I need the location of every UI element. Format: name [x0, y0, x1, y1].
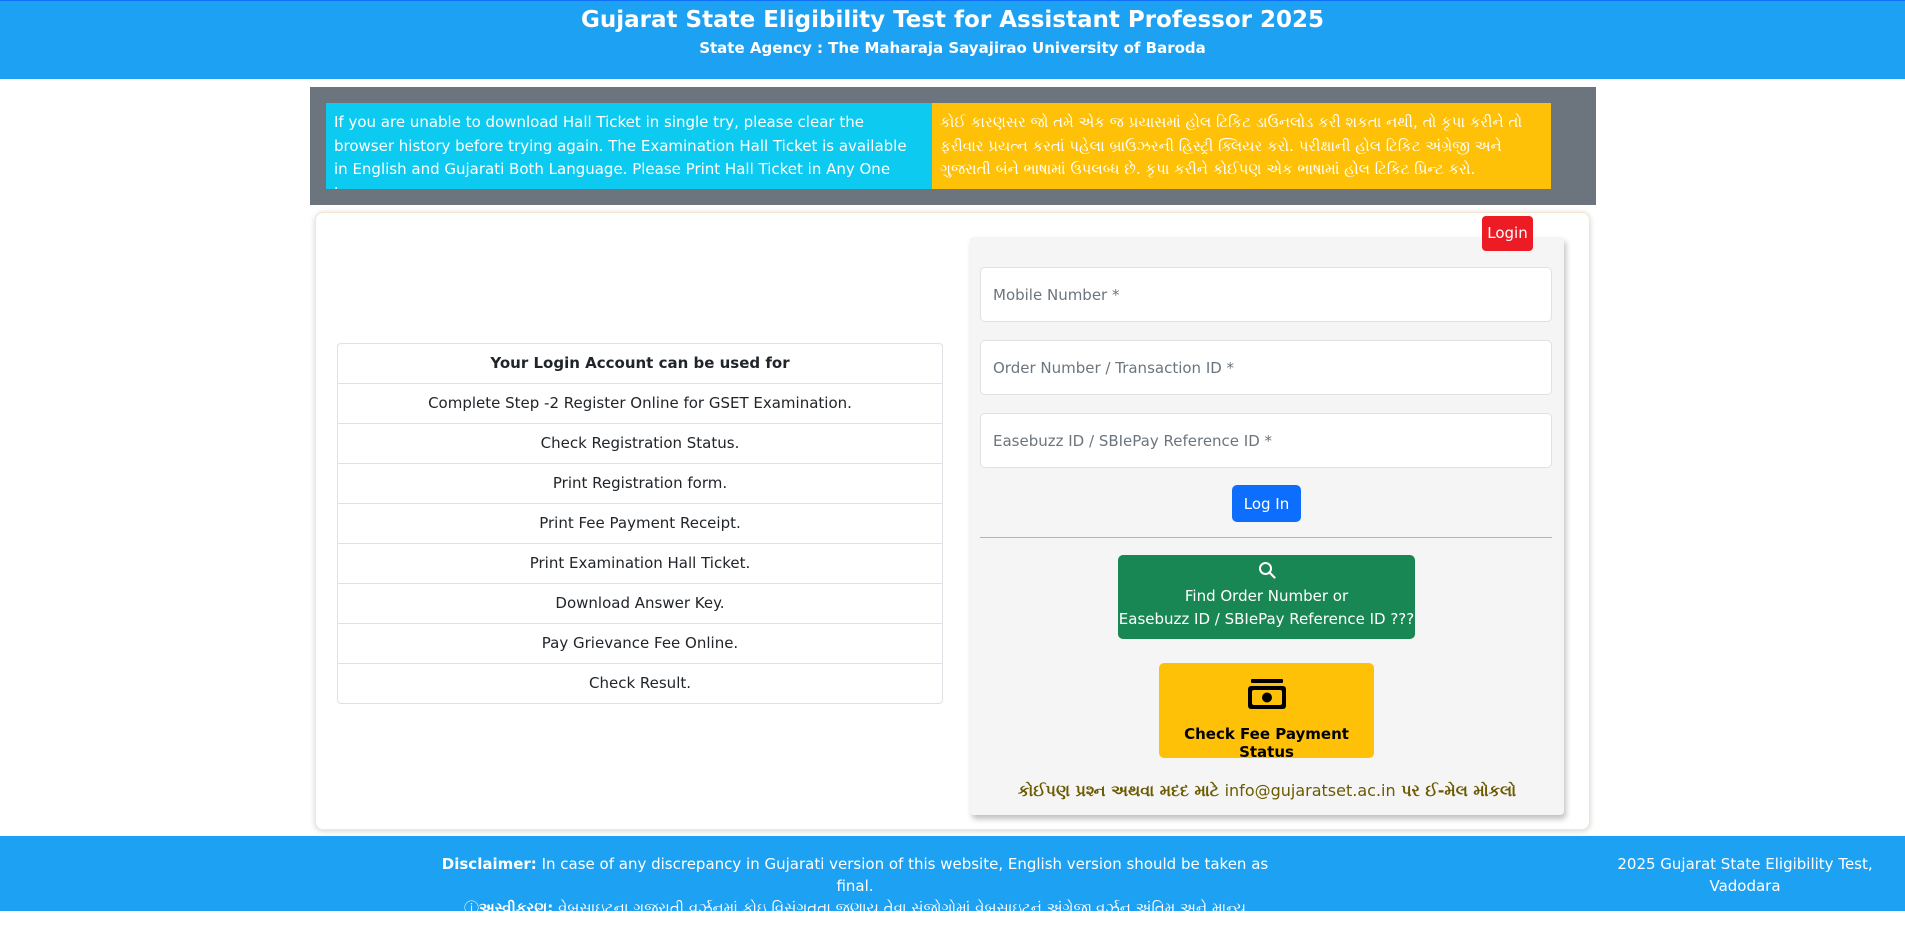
contact-line: કોઈપણ પ્રશ્ન અથવા મદદ માટે info@gujarats…	[970, 781, 1564, 801]
copyright: 2025 Gujarat State Eligibility Test, Vad…	[1605, 853, 1885, 897]
list-item: Download Answer Key.	[338, 583, 942, 623]
gujarati-disclaimer-label: અસ્વીકરણ:	[478, 899, 554, 917]
list-item: Check Result.	[338, 663, 942, 703]
info-icon: ⓘ	[463, 899, 479, 917]
notice-gujarati: કોઈ કારણસર જો તમે એક જ પ્રયાસમાં હોલ ટિક…	[932, 103, 1551, 189]
list-item: Check Registration Status.	[338, 423, 942, 463]
disclaimer-text: In case of any discrepancy in Gujarati v…	[536, 855, 1269, 895]
page-subtitle: State Agency : The Maharaja Sayajirao Un…	[699, 39, 1206, 57]
contact-email-link[interactable]: info@gujaratset.ac.in	[1225, 781, 1396, 800]
list-item: Complete Step -2 Register Online for GSE…	[338, 383, 942, 423]
disclaimer: Disclaimer: In case of any discrepancy i…	[440, 853, 1270, 941]
copyright-line2: Vadodara	[1709, 877, 1781, 895]
divider	[980, 537, 1552, 538]
list-item: Print Examination Hall Ticket.	[338, 543, 942, 583]
site-footer: Disclaimer: In case of any discrepancy i…	[0, 836, 1905, 939]
log-in-button[interactable]: Log In	[1232, 485, 1301, 522]
login-badge: Login	[1482, 216, 1533, 251]
login-uses-table: Your Login Account can be used for Compl…	[337, 343, 943, 704]
list-item: Pay Grievance Fee Online.	[338, 623, 942, 663]
list-item: Print Registration form.	[338, 463, 942, 503]
find-order-number-button[interactable]: Find Order Number or Easebuzz ID / SBIeP…	[1118, 555, 1415, 639]
page-title: Gujarat State Eligibility Test for Assis…	[580, 7, 1325, 33]
notice-banner: If you are unable to download Hall Ticke…	[310, 87, 1596, 205]
easebuzz-id-input[interactable]	[980, 413, 1552, 468]
search-icon	[1118, 561, 1415, 585]
check-fee-payment-status-button[interactable]: Check Fee Payment Status	[1159, 663, 1374, 761]
contact-suffix: પર ઈ-મેલ મોકલો	[1395, 781, 1517, 800]
gujarati-disclaimer-text: વેબસાઇટના ગુજરાતી વર્ઝનમાં કોઇ વિસંગતતા …	[553, 899, 1247, 939]
notice-english: If you are unable to download Hall Ticke…	[326, 103, 932, 189]
money-icon	[1159, 677, 1374, 717]
contact-prefix: કોઈપણ પ્રશ્ન અથવા મદદ માટે	[1017, 781, 1225, 800]
login-panel: Log In Find Order Number or Easebuzz ID …	[970, 237, 1564, 815]
find-button-line1: Find Order Number or	[1184, 587, 1349, 605]
copyright-line1: 2025 Gujarat State Eligibility Test,	[1617, 855, 1873, 873]
login-uses-heading: Your Login Account can be used for	[490, 354, 790, 372]
mobile-number-input[interactable]	[980, 267, 1552, 322]
find-button-line2: Easebuzz ID / SBIePay Reference ID ???	[1118, 610, 1415, 628]
site-header: Gujarat State Eligibility Test for Assis…	[0, 0, 1905, 79]
fee-button-label: Check Fee Payment Status	[1184, 725, 1349, 761]
disclaimer-label: Disclaimer:	[441, 855, 537, 873]
list-item: Print Fee Payment Receipt.	[338, 503, 942, 543]
order-number-input[interactable]	[980, 340, 1552, 395]
